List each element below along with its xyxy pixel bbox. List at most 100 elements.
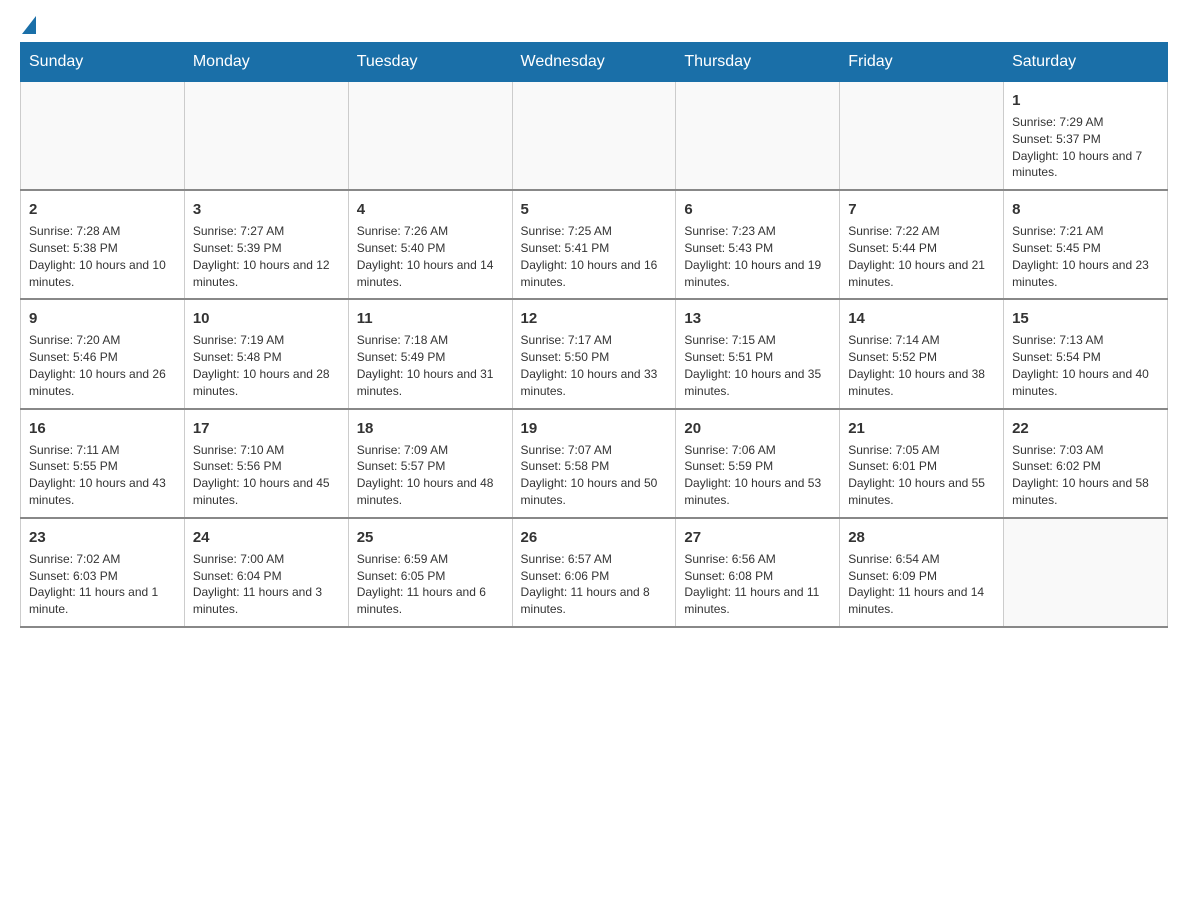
day-info: Sunrise: 7:07 AM Sunset: 5:58 PM Dayligh…	[521, 442, 668, 509]
day-number: 8	[1012, 199, 1159, 220]
day-info: Sunrise: 7:10 AM Sunset: 5:56 PM Dayligh…	[193, 442, 340, 509]
day-number: 19	[521, 418, 668, 439]
calendar-week-4: 16Sunrise: 7:11 AM Sunset: 5:55 PM Dayli…	[21, 409, 1168, 518]
calendar-week-3: 9 Sunrise: 7:20 AM Sunset: 5:46 PM Daylig…	[21, 299, 1168, 408]
calendar-cell: 3 Sunrise: 7:27 AM Sunset: 5:39 PM Daylig…	[184, 190, 348, 299]
day-info: Sunrise: 7:27 AM Sunset: 5:39 PM Dayligh…	[193, 223, 340, 290]
day-info: Sunrise: 6:54 AM Sunset: 6:09 PM Dayligh…	[848, 551, 995, 618]
day-header-thursday: Thursday	[676, 43, 840, 82]
day-info: Sunrise: 7:22 AM Sunset: 5:44 PM Dayligh…	[848, 223, 995, 290]
day-header-monday: Monday	[184, 43, 348, 82]
day-info: Sunrise: 7:17 AM Sunset: 5:50 PM Dayligh…	[521, 332, 668, 399]
calendar-cell: 20Sunrise: 7:06 AM Sunset: 5:59 PM Dayli…	[676, 409, 840, 518]
calendar-cell: 25 Sunrise: 6:59 AM Sunset: 6:05 PM Dayli…	[348, 518, 512, 627]
day-info: Sunrise: 7:19 AM Sunset: 5:48 PM Dayligh…	[193, 332, 340, 399]
day-info: Sunrise: 6:59 AM Sunset: 6:05 PM Dayligh…	[357, 551, 504, 618]
day-info: Sunrise: 7:11 AM Sunset: 5:55 PM Dayligh…	[29, 442, 176, 509]
day-number: 11	[357, 308, 504, 329]
calendar-cell: 8 Sunrise: 7:21 AM Sunset: 5:45 PM Daylig…	[1004, 190, 1168, 299]
calendar-cell: 9 Sunrise: 7:20 AM Sunset: 5:46 PM Daylig…	[21, 299, 185, 408]
day-number: 4	[357, 199, 504, 220]
calendar-cell: 28 Sunrise: 6:54 AM Sunset: 6:09 PM Dayli…	[840, 518, 1004, 627]
calendar-week-5: 23Sunrise: 7:02 AM Sunset: 6:03 PM Dayli…	[21, 518, 1168, 627]
day-number: 27	[684, 527, 831, 548]
calendar-body: 1 Sunrise: 7:29 AM Sunset: 5:37 PM Daylig…	[21, 82, 1168, 627]
day-info: Sunrise: 7:06 AM Sunset: 5:59 PM Dayligh…	[684, 442, 831, 509]
calendar-cell: 11 Sunrise: 7:18 AM Sunset: 5:49 PM Dayli…	[348, 299, 512, 408]
day-info: Sunrise: 7:03 AM Sunset: 6:02 PM Dayligh…	[1012, 442, 1159, 509]
calendar-cell	[512, 82, 676, 191]
day-number: 15	[1012, 308, 1159, 329]
day-info: Sunrise: 7:21 AM Sunset: 5:45 PM Dayligh…	[1012, 223, 1159, 290]
day-number: 17	[193, 418, 340, 439]
day-info: Sunrise: 7:05 AM Sunset: 6:01 PM Dayligh…	[848, 442, 995, 509]
calendar-week-1: 1 Sunrise: 7:29 AM Sunset: 5:37 PM Daylig…	[21, 82, 1168, 191]
calendar-cell	[348, 82, 512, 191]
day-number: 3	[193, 199, 340, 220]
calendar-cell	[21, 82, 185, 191]
day-number: 13	[684, 308, 831, 329]
day-number: 14	[848, 308, 995, 329]
calendar-cell: 23Sunrise: 7:02 AM Sunset: 6:03 PM Dayli…	[21, 518, 185, 627]
day-number: 22	[1012, 418, 1159, 439]
day-number: 21	[848, 418, 995, 439]
day-info: Sunrise: 7:26 AM Sunset: 5:40 PM Dayligh…	[357, 223, 504, 290]
calendar-cell	[840, 82, 1004, 191]
day-number: 28	[848, 527, 995, 548]
day-header-saturday: Saturday	[1004, 43, 1168, 82]
day-header-friday: Friday	[840, 43, 1004, 82]
calendar-cell: 4 Sunrise: 7:26 AM Sunset: 5:40 PM Daylig…	[348, 190, 512, 299]
calendar-cell: 17 Sunrise: 7:10 AM Sunset: 5:56 PM Dayli…	[184, 409, 348, 518]
day-number: 7	[848, 199, 995, 220]
calendar-week-2: 2Sunrise: 7:28 AM Sunset: 5:38 PM Daylig…	[21, 190, 1168, 299]
calendar-cell	[184, 82, 348, 191]
day-number: 23	[29, 527, 176, 548]
calendar-cell: 5 Sunrise: 7:25 AM Sunset: 5:41 PM Daylig…	[512, 190, 676, 299]
day-header-sunday: Sunday	[21, 43, 185, 82]
calendar-table: SundayMondayTuesdayWednesdayThursdayFrid…	[20, 42, 1168, 628]
day-info: Sunrise: 7:15 AM Sunset: 5:51 PM Dayligh…	[684, 332, 831, 399]
day-info: Sunrise: 7:18 AM Sunset: 5:49 PM Dayligh…	[357, 332, 504, 399]
calendar-cell: 10Sunrise: 7:19 AM Sunset: 5:48 PM Dayli…	[184, 299, 348, 408]
day-info: Sunrise: 6:57 AM Sunset: 6:06 PM Dayligh…	[521, 551, 668, 618]
day-of-week-row: SundayMondayTuesdayWednesdayThursdayFrid…	[21, 43, 1168, 82]
calendar-cell: 13 Sunrise: 7:15 AM Sunset: 5:51 PM Dayli…	[676, 299, 840, 408]
page-header	[20, 20, 1168, 32]
day-info: Sunrise: 7:13 AM Sunset: 5:54 PM Dayligh…	[1012, 332, 1159, 399]
logo-arrow-icon	[22, 16, 36, 34]
calendar-header: SundayMondayTuesdayWednesdayThursdayFrid…	[21, 43, 1168, 82]
day-number: 1	[1012, 90, 1159, 111]
day-number: 5	[521, 199, 668, 220]
day-info: Sunrise: 7:20 AM Sunset: 5:46 PM Dayligh…	[29, 332, 176, 399]
day-info: Sunrise: 7:29 AM Sunset: 5:37 PM Dayligh…	[1012, 114, 1159, 181]
calendar-cell: 27 Sunrise: 6:56 AM Sunset: 6:08 PM Dayli…	[676, 518, 840, 627]
calendar-cell: 16Sunrise: 7:11 AM Sunset: 5:55 PM Dayli…	[21, 409, 185, 518]
day-info: Sunrise: 6:56 AM Sunset: 6:08 PM Dayligh…	[684, 551, 831, 618]
calendar-cell: 2Sunrise: 7:28 AM Sunset: 5:38 PM Daylig…	[21, 190, 185, 299]
calendar-cell: 22 Sunrise: 7:03 AM Sunset: 6:02 PM Dayli…	[1004, 409, 1168, 518]
calendar-cell: 24Sunrise: 7:00 AM Sunset: 6:04 PM Dayli…	[184, 518, 348, 627]
day-number: 6	[684, 199, 831, 220]
day-number: 12	[521, 308, 668, 329]
logo	[20, 20, 36, 32]
day-number: 18	[357, 418, 504, 439]
day-number: 24	[193, 527, 340, 548]
calendar-cell	[1004, 518, 1168, 627]
day-number: 26	[521, 527, 668, 548]
day-number: 9	[29, 308, 176, 329]
calendar-cell: 12 Sunrise: 7:17 AM Sunset: 5:50 PM Dayli…	[512, 299, 676, 408]
calendar-cell: 19 Sunrise: 7:07 AM Sunset: 5:58 PM Dayli…	[512, 409, 676, 518]
day-number: 25	[357, 527, 504, 548]
calendar-cell: 6 Sunrise: 7:23 AM Sunset: 5:43 PM Daylig…	[676, 190, 840, 299]
day-info: Sunrise: 7:23 AM Sunset: 5:43 PM Dayligh…	[684, 223, 831, 290]
day-info: Sunrise: 7:28 AM Sunset: 5:38 PM Dayligh…	[29, 223, 176, 290]
calendar-cell: 26 Sunrise: 6:57 AM Sunset: 6:06 PM Dayli…	[512, 518, 676, 627]
calendar-cell: 14 Sunrise: 7:14 AM Sunset: 5:52 PM Dayli…	[840, 299, 1004, 408]
calendar-cell: 18 Sunrise: 7:09 AM Sunset: 5:57 PM Dayli…	[348, 409, 512, 518]
day-info: Sunrise: 7:25 AM Sunset: 5:41 PM Dayligh…	[521, 223, 668, 290]
day-header-wednesday: Wednesday	[512, 43, 676, 82]
day-info: Sunrise: 7:09 AM Sunset: 5:57 PM Dayligh…	[357, 442, 504, 509]
day-info: Sunrise: 7:14 AM Sunset: 5:52 PM Dayligh…	[848, 332, 995, 399]
calendar-cell: 21 Sunrise: 7:05 AM Sunset: 6:01 PM Dayli…	[840, 409, 1004, 518]
day-header-tuesday: Tuesday	[348, 43, 512, 82]
